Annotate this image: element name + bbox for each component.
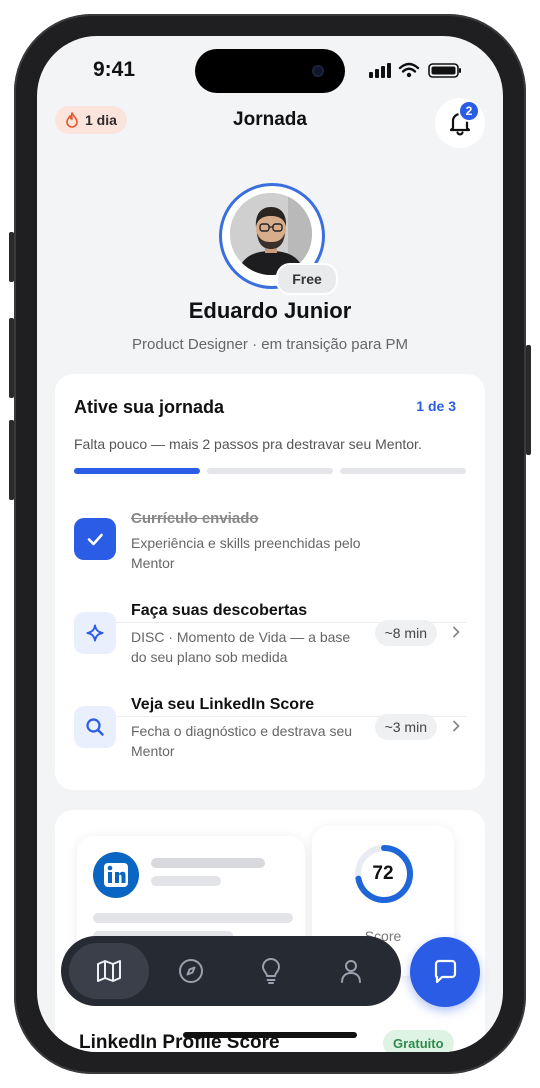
placeholder-line (151, 858, 265, 868)
phone-side-button (9, 232, 14, 282)
journey-subtitle: Falta pouco — mais 2 passos pra destrava… (74, 436, 422, 452)
signal-icon (369, 63, 391, 78)
step-description: DISC · Momento de Vida — a base do seu p… (131, 629, 351, 665)
placeholder-line (93, 913, 293, 923)
lightbulb-icon (262, 958, 280, 984)
journey-progress-label: 1 de 3 (416, 398, 456, 414)
user-icon (341, 960, 361, 983)
sparkle-icon (86, 624, 104, 642)
search-icon (86, 718, 104, 736)
camera-icon (312, 65, 324, 77)
journey-step-linkedin[interactable]: Veja seu LinkedIn Score Fecha o diagnóst… (74, 696, 466, 770)
step-title: Faça suas descobertas (131, 602, 308, 619)
profile-role: Product Designer · em transição para PM (132, 336, 408, 353)
phone-side-button (9, 318, 14, 398)
chat-icon (434, 959, 457, 984)
status-icons (369, 62, 461, 78)
step-title: Veja seu LinkedIn Score (131, 696, 315, 713)
journey-card: Ative sua jornada 1 de 3 Falta pouco — m… (55, 374, 485, 790)
step-description: Fecha o diagnóstico e destrava seu Mento… (131, 723, 353, 759)
journey-title: Ative sua jornada (74, 397, 225, 417)
chat-button[interactable] (410, 937, 480, 1007)
wifi-icon (398, 62, 420, 73)
check-icon (87, 533, 103, 546)
progress-segment (74, 468, 200, 474)
notification-count-badge: 2 (458, 100, 480, 122)
step-duration-badge: ~3 min (374, 714, 437, 740)
status-time: 9:41 (93, 58, 136, 81)
page-title: Jornada (233, 109, 307, 130)
step-icon-box (74, 706, 116, 748)
chevron-right-icon (453, 626, 460, 638)
home-indicator[interactable] (183, 1032, 357, 1038)
chevron-right-icon (453, 720, 460, 732)
app-screen: 9:41 1 dia Jornada 2 Free Eduardo Junior… (37, 36, 503, 1052)
step-done-marker (74, 518, 116, 560)
phone-side-button (9, 420, 14, 500)
placeholder-line (151, 876, 221, 886)
score-value: 72 (372, 863, 394, 884)
journey-step-descobertas[interactable]: Faça suas descobertas DISC · Momento de … (74, 602, 466, 676)
nav-profile[interactable] (311, 943, 391, 999)
step-duration-badge: ~8 min (374, 620, 437, 646)
nav-explore[interactable] (151, 943, 231, 999)
linkedin-logo-icon (93, 852, 139, 898)
battery-icon (428, 63, 461, 78)
journey-step-curriculo[interactable]: Currículo enviado Experiência e skills p… (74, 510, 466, 576)
profile-name: Eduardo Junior (188, 298, 352, 323)
step-icon-box (74, 612, 116, 654)
progress-segment (340, 468, 466, 474)
price-badge: Gratuito (383, 1030, 454, 1052)
dynamic-island (195, 49, 345, 93)
plan-badge: Free (276, 263, 338, 295)
nav-map[interactable] (69, 943, 149, 999)
bottom-nav (61, 936, 401, 1006)
step-title: Currículo enviado (131, 510, 259, 527)
phone-side-button (526, 345, 531, 455)
progress-segment (207, 468, 333, 474)
compass-icon (179, 959, 203, 983)
step-description: Experiência e skills preenchidas pelo Me… (131, 535, 361, 571)
map-icon (97, 960, 121, 982)
nav-insights[interactable] (231, 943, 311, 999)
